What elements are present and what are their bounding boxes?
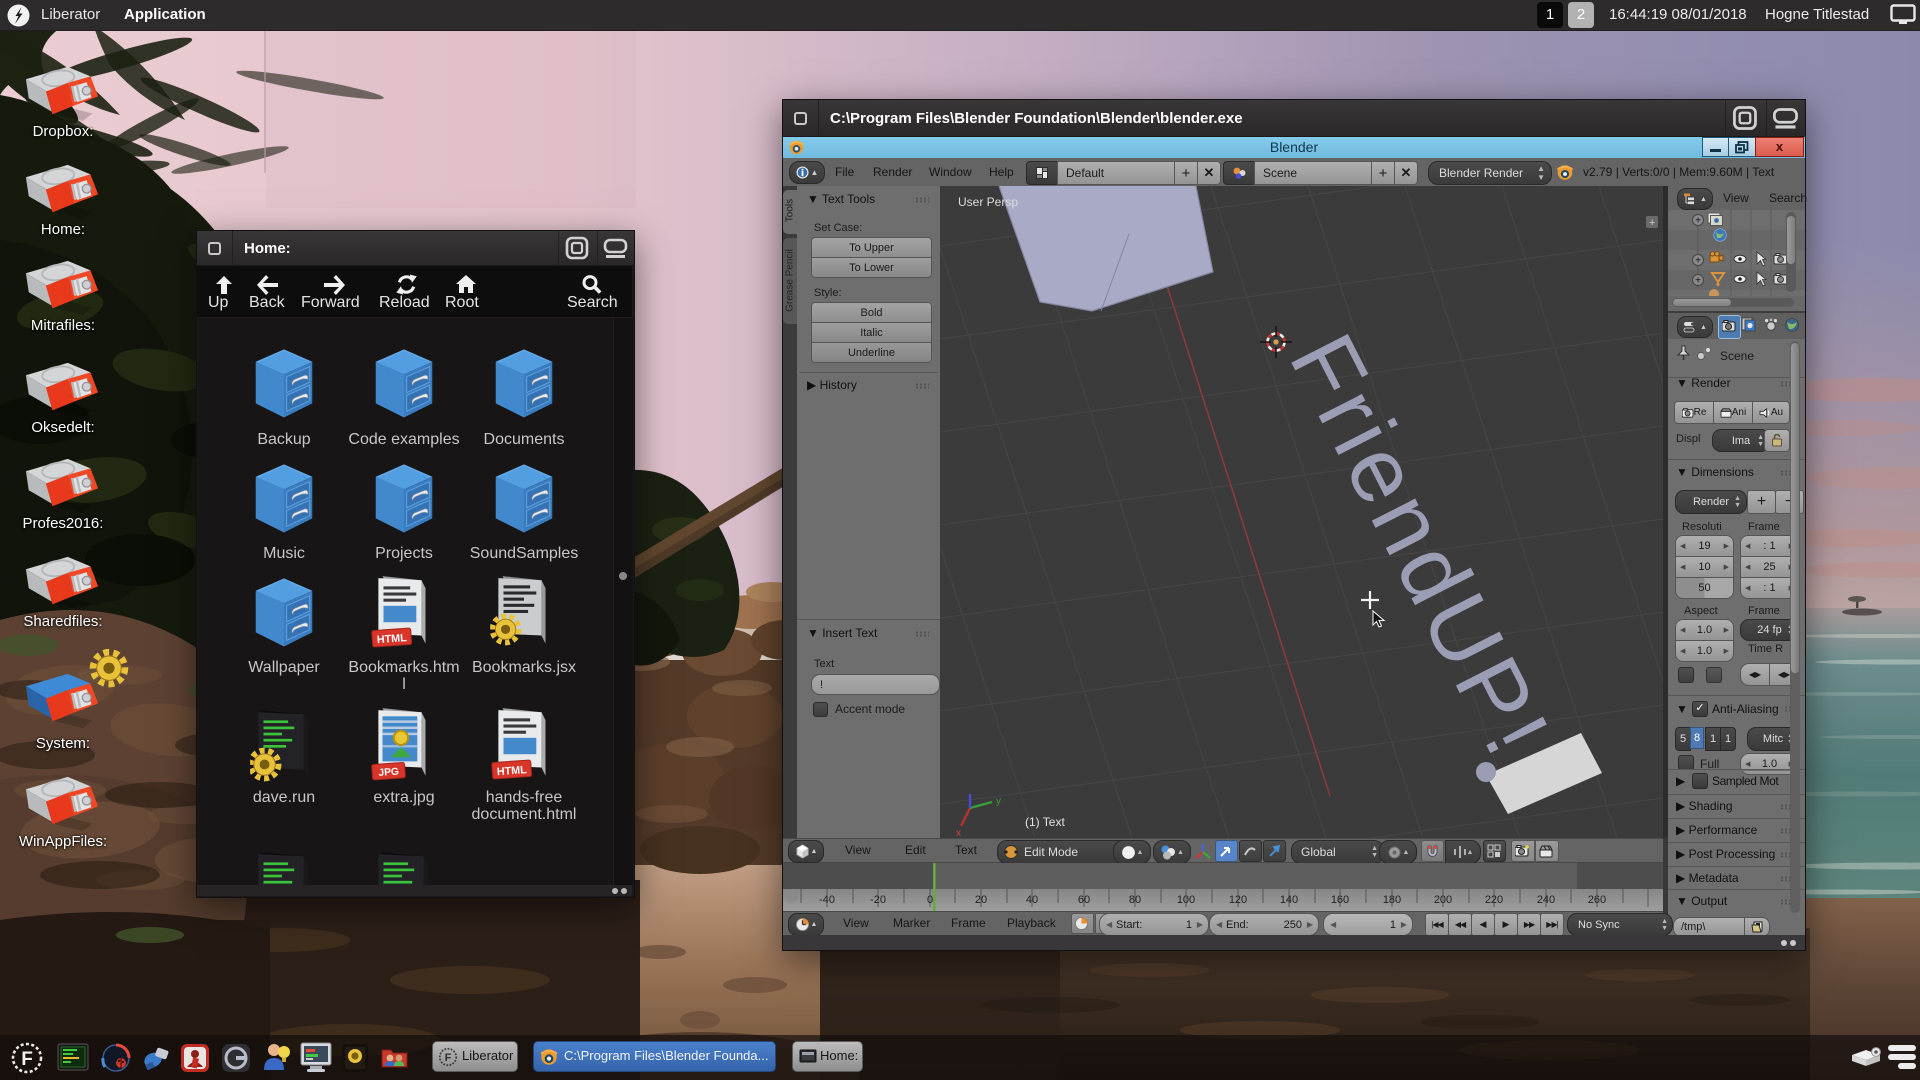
svg-text:220: 220 (1485, 894, 1503, 906)
svg-text:-40: -40 (819, 894, 835, 906)
svg-text:200: 200 (1434, 894, 1452, 906)
svg-text:y: y (996, 796, 1001, 807)
svg-text:-20: -20 (870, 894, 886, 906)
svg-text:60: 60 (1078, 894, 1090, 906)
svg-text:20: 20 (975, 894, 987, 906)
svg-text:120: 120 (1229, 894, 1247, 906)
svg-text:100: 100 (1177, 894, 1195, 906)
svg-text:140: 140 (1280, 894, 1298, 906)
svg-text:180: 180 (1383, 894, 1401, 906)
svg-text:+: + (1695, 215, 1701, 226)
svg-text:160: 160 (1331, 894, 1349, 906)
svg-text:FriendUP!: FriendUP! (1270, 319, 1569, 774)
svg-text:260: 260 (1588, 894, 1606, 906)
svg-text:40: 40 (1026, 894, 1038, 906)
svg-text:(1) Text: (1) Text (1025, 815, 1065, 829)
svg-text:+: + (1695, 275, 1701, 286)
svg-text:+: + (1695, 255, 1701, 266)
svg-text:F: F (445, 1052, 452, 1064)
svg-text:+: + (1649, 217, 1655, 229)
svg-text:User Persp: User Persp (958, 195, 1018, 209)
svg-text:0: 0 (927, 894, 933, 906)
svg-text:80: 80 (1129, 894, 1141, 906)
svg-text:240: 240 (1537, 894, 1555, 906)
svg-text:x: x (956, 828, 961, 838)
svg-text:F: F (21, 1049, 33, 1070)
